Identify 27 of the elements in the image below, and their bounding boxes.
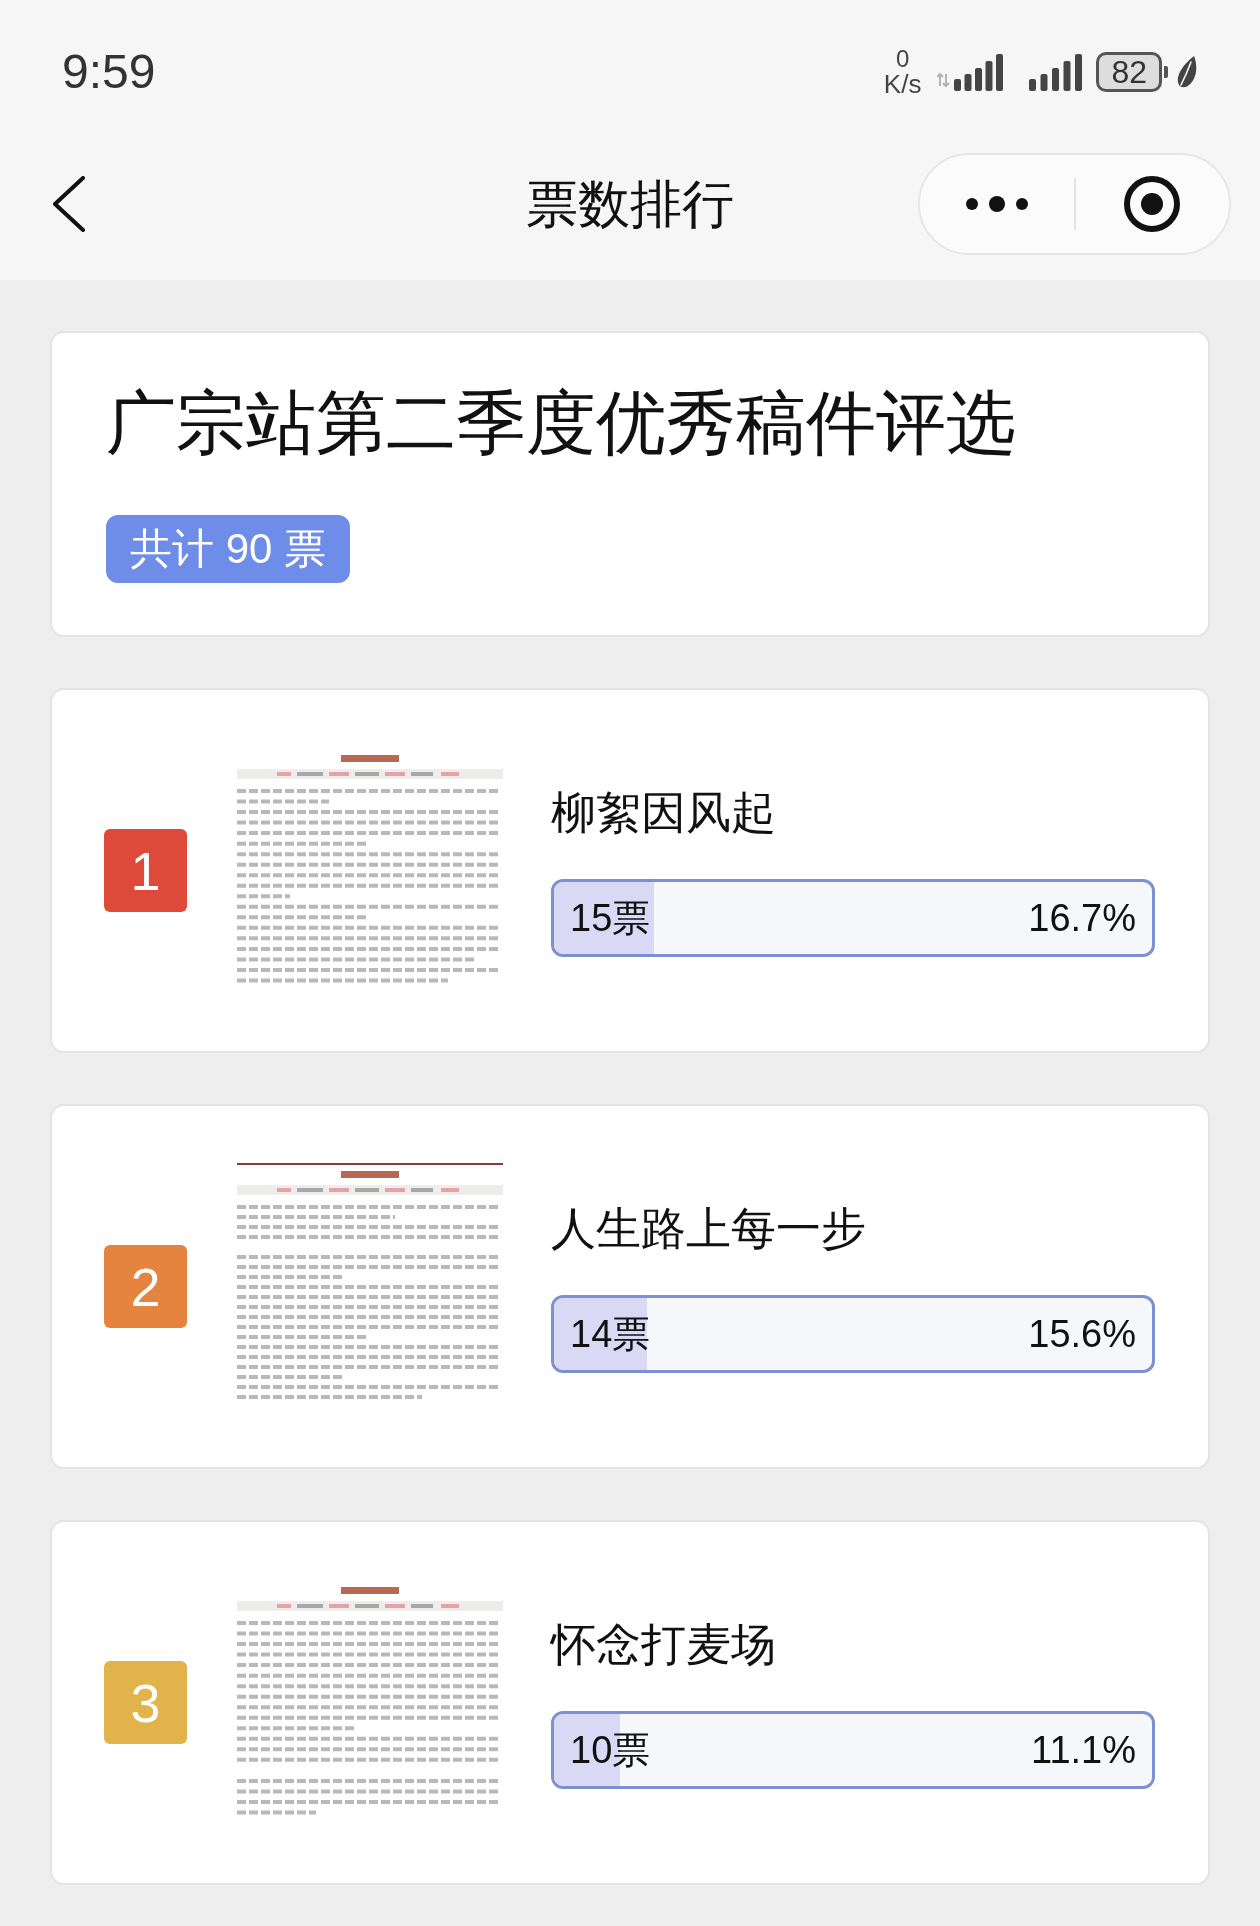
- vote-percentage: 15.6%: [1028, 1314, 1136, 1353]
- entry-title: 柳絮因风起: [551, 786, 777, 841]
- vote-percentage: 16.7%: [1028, 898, 1136, 937]
- circle-dot-icon: [1123, 175, 1182, 233]
- network-speed-unit: K/s: [883, 71, 922, 97]
- entry-title: 怀念打麦场: [551, 1618, 777, 1673]
- vote-percentage: 11.1%: [1031, 1730, 1136, 1769]
- poll-title: 广宗站第二季度优秀稿件评选: [106, 383, 1016, 464]
- entry-card[interactable]: 2 人生路上每一步 14票 15.6%: [50, 1104, 1210, 1469]
- rank-badge: 1: [104, 829, 187, 912]
- vote-count: 14票: [570, 1314, 651, 1353]
- rank-badge: 3: [104, 1661, 187, 1744]
- battery-indicator: 82: [1096, 52, 1168, 92]
- more-icon: [965, 196, 1028, 212]
- vote-count: 15票: [570, 898, 651, 937]
- leaf-icon: [1176, 56, 1198, 88]
- status-time: 9:59: [62, 48, 156, 96]
- entry-title: 人生路上每一步: [551, 1202, 867, 1257]
- rank-badge: 2: [104, 1245, 187, 1328]
- signal-icon: [1029, 53, 1083, 91]
- chevron-left-icon: [52, 176, 85, 232]
- page-title: 票数排行: [526, 178, 734, 230]
- entry-card[interactable]: 3 怀念打麦场 10票 11.1%: [50, 1520, 1210, 1885]
- entry-card[interactable]: 1 柳絮因风起 15票 16.7%: [50, 688, 1210, 1053]
- network-speed-value: 0: [895, 47, 910, 71]
- vote-count: 10票: [570, 1730, 651, 1769]
- total-votes-badge: 共计 90 票: [106, 515, 351, 583]
